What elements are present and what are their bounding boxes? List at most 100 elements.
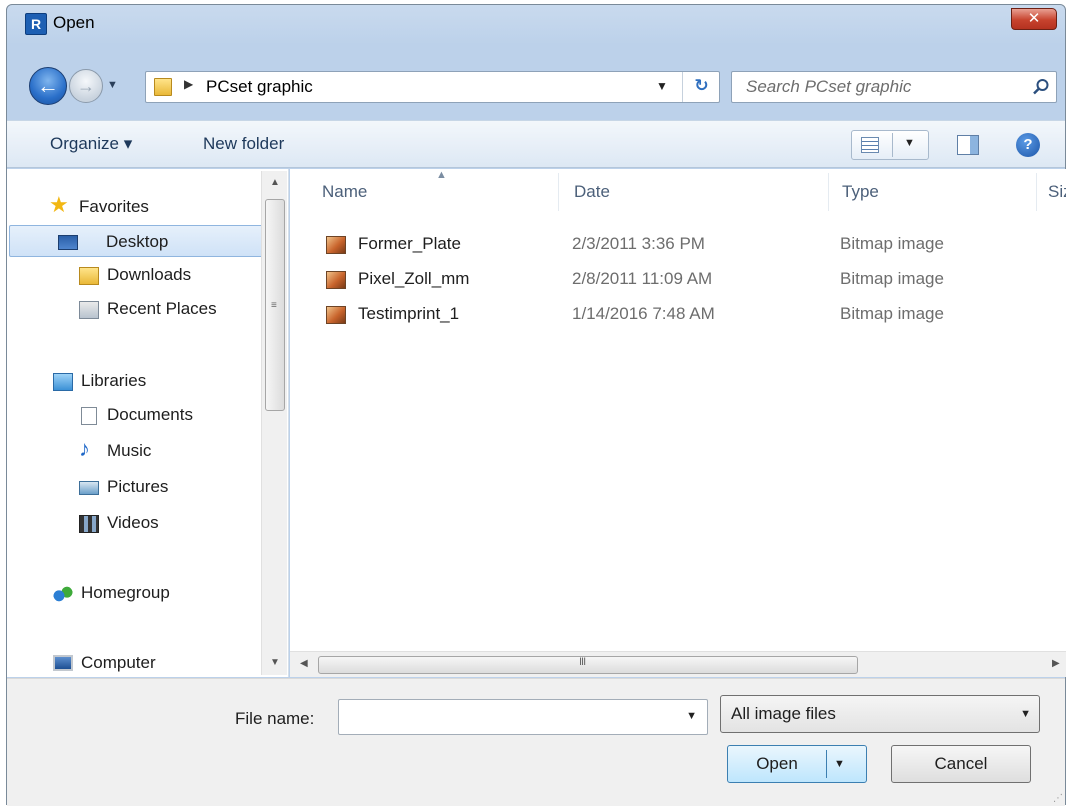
file-name-field[interactable]: ▼ [338, 699, 708, 735]
column-header-size[interactable]: Size [1048, 182, 1066, 202]
breadcrumb-pcset-graphic[interactable]: PCset graphic [206, 77, 313, 97]
nav-label: Libraries [81, 371, 147, 390]
address-bar[interactable]: ▶ PCset graphic ▼ ↻ [145, 71, 720, 103]
view-list-icon [861, 137, 879, 153]
nav-downloads[interactable]: Downloads [7, 259, 269, 291]
nav-vertical-scrollbar[interactable]: ▲ ≡ ▼ [261, 171, 287, 675]
chevron-down-icon: ▼ [1020, 708, 1031, 720]
homegroup-icon [53, 585, 73, 603]
nav-music[interactable]: ♪ Music [7, 435, 269, 467]
file-row[interactable]: Former_Plate 2/3/2011 3:36 PM Bitmap ima… [320, 228, 1020, 260]
column-header-type[interactable]: Type [842, 182, 879, 202]
nav-favorites[interactable]: ★ Favorites [7, 191, 269, 223]
navigation-pane: ★ Favorites Desktop Downloads Recent Pla… [7, 169, 289, 677]
scrollbar-thumb[interactable]: ≡ [265, 199, 285, 411]
nav-label: Downloads [107, 265, 192, 284]
open-dialog: R Open ✕ ← → ▼ ▶ PCset graphic ▼ ↻ Searc… [6, 4, 1066, 806]
nav-label: Videos [107, 513, 159, 532]
scrollbar-thumb[interactable]: III [318, 656, 858, 674]
file-type: Bitmap image [840, 269, 944, 288]
column-header-name[interactable]: Name [322, 182, 367, 202]
recent-places-icon [79, 301, 99, 319]
nav-videos[interactable]: Videos [7, 507, 269, 539]
file-name: Former_Plate [358, 234, 461, 253]
file-list-horizontal-scrollbar[interactable]: ◀ III ▶ [290, 651, 1066, 677]
nav-homegroup[interactable]: Homegroup [7, 577, 269, 609]
scroll-down-arrow-icon[interactable]: ▼ [270, 657, 280, 668]
music-icon: ♪ [79, 436, 90, 461]
bitmap-file-icon [326, 306, 346, 324]
file-type: Bitmap image [840, 304, 944, 323]
file-date: 1/14/2016 7:48 AM [572, 304, 715, 323]
command-bar: Organize ▾ New folder ▼ ? [7, 120, 1065, 168]
search-input[interactable]: Search PCset graphic [731, 71, 1057, 103]
nav-recent-places[interactable]: Recent Places [7, 293, 269, 325]
file-type-filter-select[interactable]: All image files ▼ [720, 695, 1040, 733]
organize-button[interactable]: Organize ▾ [50, 134, 132, 154]
pictures-icon [79, 481, 99, 495]
file-row[interactable]: Testimprint_1 1/14/2016 7:48 AM Bitmap i… [320, 298, 1020, 330]
libraries-icon [53, 373, 73, 391]
desktop-icon [58, 235, 78, 250]
help-icon[interactable]: ? [1016, 133, 1040, 157]
file-type-filter-value: All image files [731, 704, 836, 723]
nav-label: Recent Places [107, 299, 217, 318]
resize-grip-icon[interactable]: ⋰ [1053, 793, 1063, 804]
scroll-up-arrow-icon[interactable]: ▲ [270, 177, 280, 188]
nav-label: Favorites [79, 197, 149, 216]
nav-label: Computer [81, 653, 156, 672]
dialog-footer: File name: ▼ All image files ▼ Open ▼ Ca… [7, 678, 1065, 806]
nav-documents[interactable]: Documents [7, 399, 269, 431]
search-icon[interactable] [1032, 78, 1050, 96]
close-button[interactable]: ✕ [1011, 8, 1057, 30]
cancel-button[interactable]: Cancel [891, 745, 1031, 783]
nav-computer[interactable]: Computer [7, 647, 269, 679]
nav-label: Music [107, 441, 152, 460]
scroll-right-arrow-icon[interactable]: ▶ [1052, 658, 1060, 669]
address-row: ← → ▼ ▶ PCset graphic ▼ ↻ Search PCset g… [7, 67, 1065, 107]
column-header-date[interactable]: Date [574, 182, 610, 202]
nav-label: Homegroup [81, 583, 170, 602]
open-button-label: Open [756, 754, 798, 773]
bitmap-file-icon [326, 271, 346, 289]
change-view-button[interactable]: ▼ [851, 130, 929, 160]
nav-libraries[interactable]: Libraries [7, 365, 269, 397]
window-title: Open [53, 13, 95, 32]
view-dropdown-icon[interactable]: ▼ [904, 137, 915, 149]
computer-icon [53, 655, 73, 671]
nav-pictures[interactable]: Pictures [7, 471, 269, 503]
new-folder-button[interactable]: New folder [203, 134, 284, 154]
file-name-label: File name: [235, 709, 315, 728]
back-button[interactable]: ← [29, 67, 67, 105]
forward-button[interactable]: → [69, 69, 103, 103]
file-name: Pixel_Zoll_mm [358, 269, 470, 288]
documents-icon [81, 407, 97, 425]
nav-label: Documents [107, 405, 193, 424]
breadcrumb-arrow-icon[interactable]: ▶ [184, 77, 193, 91]
open-button[interactable]: Open ▼ [727, 745, 867, 783]
title-bar: R Open ✕ [7, 5, 1065, 39]
file-date: 2/3/2011 3:36 PM [572, 234, 705, 253]
folder-icon [154, 78, 172, 96]
file-date: 2/8/2011 11:09 AM [572, 269, 713, 288]
nav-label: Desktop [106, 232, 169, 251]
file-name-dropdown-icon[interactable]: ▼ [686, 710, 697, 722]
address-dropdown-icon[interactable]: ▼ [656, 79, 668, 93]
bitmap-file-icon [326, 236, 346, 254]
videos-icon [79, 515, 99, 533]
file-name: Testimprint_1 [358, 304, 460, 323]
recent-pages-dropdown[interactable]: ▼ [107, 79, 118, 91]
sort-ascending-icon: ▲ [436, 169, 447, 181]
nav-label: Pictures [107, 477, 169, 496]
search-placeholder: Search PCset graphic [746, 77, 912, 96]
downloads-folder-icon [79, 267, 99, 285]
preview-pane-icon[interactable] [957, 135, 979, 155]
file-list: Name ▲ Date Type Size Former_Plate 2/3/2… [290, 169, 1066, 677]
star-icon: ★ [49, 192, 69, 217]
file-type: Bitmap image [840, 234, 944, 253]
open-options-dropdown-icon[interactable]: ▼ [834, 746, 845, 782]
file-row[interactable]: Pixel_Zoll_mm 2/8/2011 11:09 AM Bitmap i… [320, 263, 1020, 295]
refresh-button[interactable]: ↻ [682, 72, 720, 102]
nav-desktop[interactable]: Desktop [9, 225, 271, 257]
scroll-left-arrow-icon[interactable]: ◀ [300, 658, 308, 669]
